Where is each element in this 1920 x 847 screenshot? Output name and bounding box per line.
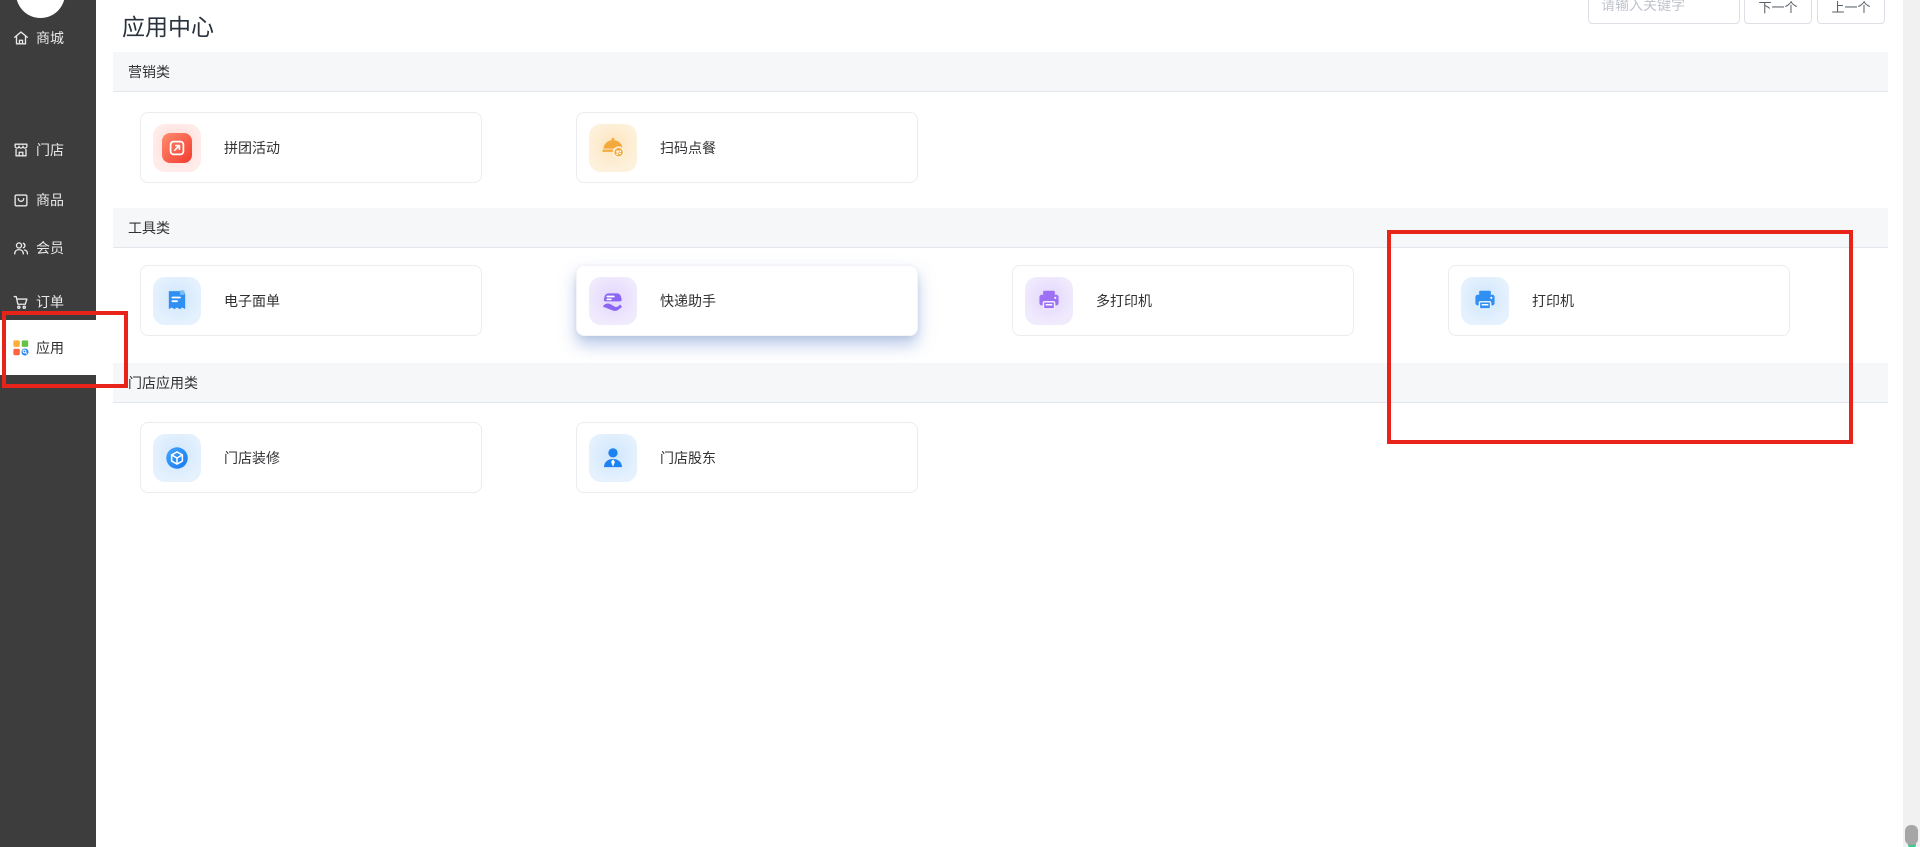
sidebar-item-label: 商品 xyxy=(36,192,64,208)
page-title: 应用中心 xyxy=(122,14,214,40)
sidebar: 商城 门店 商品 会员 订单 应用 xyxy=(0,0,96,847)
section-title: 营销类 xyxy=(128,64,170,80)
apps-grid-icon xyxy=(11,338,30,357)
members-icon xyxy=(11,239,30,258)
app-card-label: 拼团活动 xyxy=(224,139,280,156)
app-card-label: 门店装修 xyxy=(224,449,280,466)
app-card-label: 扫码点餐 xyxy=(660,139,716,156)
section-header-store-apps: 门店应用类 xyxy=(113,363,1888,403)
section-title: 门店应用类 xyxy=(128,375,198,391)
order-cart-icon xyxy=(11,293,30,312)
scrollbar-thumb[interactable] xyxy=(1905,825,1918,845)
home-icon xyxy=(11,29,30,48)
multi-printer-icon xyxy=(1025,276,1073,325)
keyword-search-input[interactable] xyxy=(1588,0,1740,24)
next-button[interactable]: 下一个 xyxy=(1744,0,1812,24)
vertical-scrollbar[interactable] xyxy=(1903,0,1920,847)
app-center-screen: 商城 门店 商品 会员 订单 应用 请输入关键字 下一个 上一个 应用中心 营销… xyxy=(0,0,1920,847)
app-card-waybill[interactable]: 电子面单 xyxy=(140,265,482,336)
sidebar-item-apps[interactable]: 应用 xyxy=(0,320,96,375)
sidebar-item-members[interactable]: 会员 xyxy=(0,235,96,261)
groupbuy-icon xyxy=(153,123,201,172)
waybill-icon xyxy=(153,276,201,325)
app-card-store-shareholder[interactable]: 门店股东 xyxy=(576,422,918,493)
app-card-store-decor[interactable]: 门店装修 xyxy=(140,422,482,493)
express-helper-icon xyxy=(589,276,637,325)
store-shareholder-icon xyxy=(589,433,637,482)
storefront-icon xyxy=(11,141,30,160)
sidebar-item-orders[interactable]: 订单 xyxy=(0,289,96,315)
sidebar-item-label: 会员 xyxy=(36,240,64,256)
app-card-express-helper[interactable]: 快递助手 xyxy=(576,265,918,336)
sidebar-item-mall[interactable]: 商城 xyxy=(0,25,96,51)
app-card-label: 打印机 xyxy=(1532,292,1574,309)
section-header-marketing: 营销类 xyxy=(113,52,1888,92)
app-card-printer[interactable]: 打印机 xyxy=(1448,265,1790,336)
app-card-label: 多打印机 xyxy=(1096,292,1152,309)
printer-icon xyxy=(1461,276,1509,325)
app-card-scan-order[interactable]: 扫码点餐 xyxy=(576,112,918,183)
app-card-label: 门店股东 xyxy=(660,449,716,466)
sidebar-item-label: 订单 xyxy=(36,294,64,310)
app-card-multi-printer[interactable]: 多打印机 xyxy=(1012,265,1354,336)
prev-button[interactable]: 上一个 xyxy=(1817,0,1885,24)
section-header-tools: 工具类 xyxy=(113,208,1888,248)
store-decor-icon xyxy=(153,433,201,482)
avatar[interactable] xyxy=(16,0,65,18)
sidebar-item-label: 商城 xyxy=(36,30,64,46)
app-card-label: 快递助手 xyxy=(660,292,716,309)
annotation-box-printer-card xyxy=(1387,230,1853,444)
sidebar-item-label: 门店 xyxy=(36,142,64,158)
sidebar-item-label: 应用 xyxy=(36,339,64,356)
goods-bag-icon xyxy=(11,191,30,210)
app-card-groupbuy[interactable]: 拼团活动 xyxy=(140,112,482,183)
sidebar-item-goods[interactable]: 商品 xyxy=(0,187,96,213)
scan-order-icon xyxy=(589,123,637,172)
sidebar-item-store[interactable]: 门店 xyxy=(0,137,96,163)
section-title: 工具类 xyxy=(128,220,170,236)
app-card-label: 电子面单 xyxy=(224,292,280,309)
